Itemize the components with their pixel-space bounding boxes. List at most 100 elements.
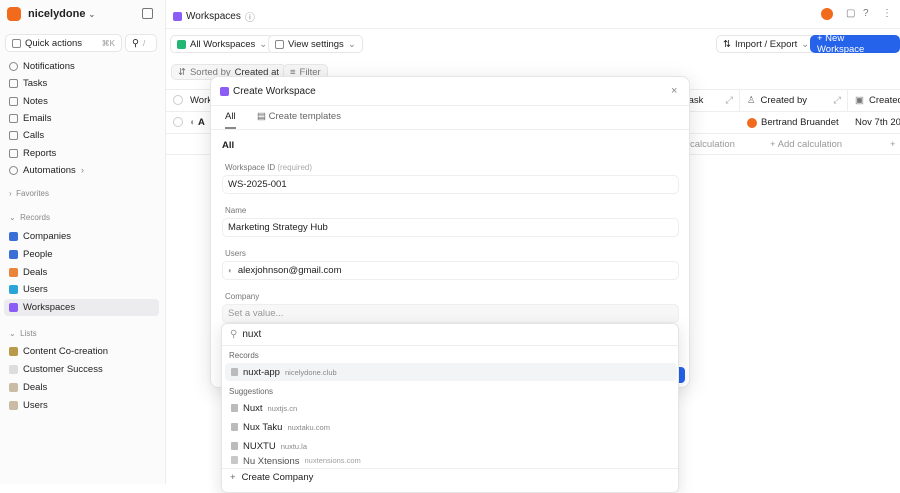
suggestion-option[interactable]: NUXTU nuxtu.la	[225, 437, 677, 455]
new-workspace-button[interactable]: + New Workspace	[810, 33, 900, 55]
new-workspace-label: + New Workspace	[817, 33, 865, 55]
records-users[interactable]: Users	[4, 281, 159, 298]
nav-reports[interactable]: Reports	[4, 145, 159, 162]
import-icon: ⇅	[723, 38, 731, 50]
list-deals[interactable]: Deals	[4, 379, 159, 396]
divider	[222, 345, 678, 346]
column-header-created-by[interactable]: ♙ Created by ⤢	[741, 89, 848, 111]
building-icon	[231, 442, 238, 450]
quick-actions-button[interactable]: Quick actions ⌘K	[5, 34, 122, 52]
option-name: nuxt-app	[243, 366, 280, 378]
workspace-icon	[9, 303, 18, 312]
workspace-id-label: Workspace ID (required)	[225, 163, 312, 172]
records-people[interactable]: People	[4, 246, 159, 263]
pin-icon[interactable]: ⤢	[833, 95, 841, 106]
import-export-button[interactable]: ⇅ Import / Export ⌄	[716, 35, 817, 53]
collapse-sidebar-icon[interactable]	[142, 8, 153, 19]
row-workspace-name: A	[198, 117, 205, 128]
section-label: Records	[20, 213, 50, 222]
created-cell[interactable]: Nov 7th 2024	[855, 117, 900, 128]
import-export-label: Import / Export	[734, 38, 798, 50]
top-bar	[166, 0, 900, 29]
workspace-id-input[interactable]: WS-2025-001	[222, 175, 679, 194]
list-customer-success[interactable]: Customer Success	[4, 361, 159, 378]
favorites-section[interactable]: › Favorites	[9, 189, 49, 198]
section-label: Favorites	[16, 189, 50, 198]
nav-label: Emails	[23, 113, 52, 124]
pin-icon[interactable]: ⤢	[725, 95, 733, 106]
chevron-down-icon: ⌄	[88, 10, 96, 19]
nav-notifications[interactable]: Notifications	[4, 58, 159, 75]
company-search-input[interactable]: ⚲ nuxt	[230, 329, 261, 340]
add-calculation-created[interactable]: +	[890, 139, 896, 150]
option-name: Nux Taku	[243, 421, 283, 433]
users-input[interactable]: ◐ alexjohnson@gmail.com	[222, 261, 679, 280]
help-icon[interactable]: ?	[863, 8, 869, 19]
lists-section[interactable]: ⌄ Lists	[9, 329, 37, 338]
suggestion-option[interactable]: Nuxt nuxtjs.cn	[225, 399, 677, 417]
row-workspace-cell[interactable]: ◐ A	[190, 117, 205, 128]
nav-notes[interactable]: Notes	[4, 93, 159, 110]
section-label: Lists	[20, 329, 37, 338]
sidebar: nicelydone ⌄ Quick actions ⌘K ⚲ / Notifica…	[0, 0, 166, 484]
required-hint: (required)	[277, 163, 313, 172]
column-label: Created	[868, 94, 900, 106]
nav-calls[interactable]: Calls	[4, 127, 159, 144]
name-input[interactable]: Marketing Strategy Hub	[222, 218, 679, 237]
info-icon[interactable]: ⓘ	[245, 9, 255, 24]
tab-create-templates[interactable]: ▤ Create templates	[257, 111, 341, 122]
phone-icon	[9, 131, 18, 140]
records-workspaces[interactable]: Workspaces	[4, 299, 159, 316]
list-users[interactable]: Users	[4, 397, 159, 414]
select-all-checkbox[interactable]	[173, 95, 183, 105]
chevron-down-icon: ⌄	[801, 38, 810, 50]
close-icon[interactable]: ×	[671, 85, 677, 97]
option-name: Nuxt	[243, 402, 263, 414]
records-section[interactable]: ⌄ Records	[9, 213, 50, 222]
records-deals[interactable]: Deals	[4, 264, 159, 281]
suggestion-option[interactable]: Nu Xtensions nuxtensions.com	[225, 456, 677, 468]
column-label: Created by	[760, 94, 808, 106]
row-checkbox[interactable]	[173, 117, 183, 127]
record-option[interactable]: nuxt-app nicelydone.club	[225, 363, 677, 381]
divider	[211, 105, 689, 106]
chevron-down-icon: ⌄	[259, 38, 268, 50]
avatar	[747, 117, 757, 128]
input-value: Marketing Strategy Hub	[228, 222, 328, 233]
person-icon: ♙	[747, 94, 756, 106]
view-settings-button[interactable]: View settings ⌄	[268, 35, 363, 53]
company-input[interactable]: Set a value...	[222, 304, 679, 323]
avatar[interactable]	[821, 8, 833, 20]
column-header-created[interactable]: ▣ Created	[849, 89, 900, 111]
divider	[222, 468, 678, 469]
workspace-icon	[173, 12, 182, 21]
nav-tasks[interactable]: Tasks	[4, 75, 159, 92]
plus-icon: +	[230, 472, 236, 483]
create-company-button[interactable]: + Create Company	[230, 472, 313, 483]
records-companies[interactable]: Companies	[4, 228, 159, 245]
view-selector[interactable]: All Workspaces ⌄	[170, 35, 275, 53]
add-calculation-created-by[interactable]: + Add calculation	[770, 139, 842, 150]
nav-label: Automations	[23, 165, 76, 176]
workspace-switcher[interactable]: nicelydone ⌄	[28, 8, 95, 20]
section-title: All	[222, 140, 235, 151]
nav-label: Reports	[23, 148, 57, 159]
chat-icon[interactable]: ▢	[846, 8, 855, 19]
divider	[211, 129, 689, 130]
add-calculation-task[interactable]: calculation	[690, 139, 735, 150]
nav-emails[interactable]: Emails	[4, 110, 159, 127]
nav-label: Deals	[23, 267, 48, 278]
modal-title-text: Create Workspace	[233, 86, 316, 97]
created-by-cell[interactable]: Bertrand Bruandet	[747, 117, 839, 128]
suggestions-group-label: Suggestions	[229, 387, 274, 396]
nav-automations[interactable]: Automations ›	[4, 162, 159, 179]
user-avatar-icon: ◐	[228, 266, 233, 275]
list-content-cocreation[interactable]: Content Co-creation	[4, 343, 159, 360]
tab-all[interactable]: All	[225, 111, 236, 129]
search-button[interactable]: ⚲ /	[125, 34, 157, 52]
columns-icon	[275, 39, 284, 49]
column-header-workspace[interactable]: Work	[190, 95, 212, 106]
suggestion-option[interactable]: Nux Taku nuxtaku.com	[225, 418, 677, 436]
nav-label: Notifications	[23, 61, 75, 72]
more-icon[interactable]: ⋮	[882, 8, 892, 19]
